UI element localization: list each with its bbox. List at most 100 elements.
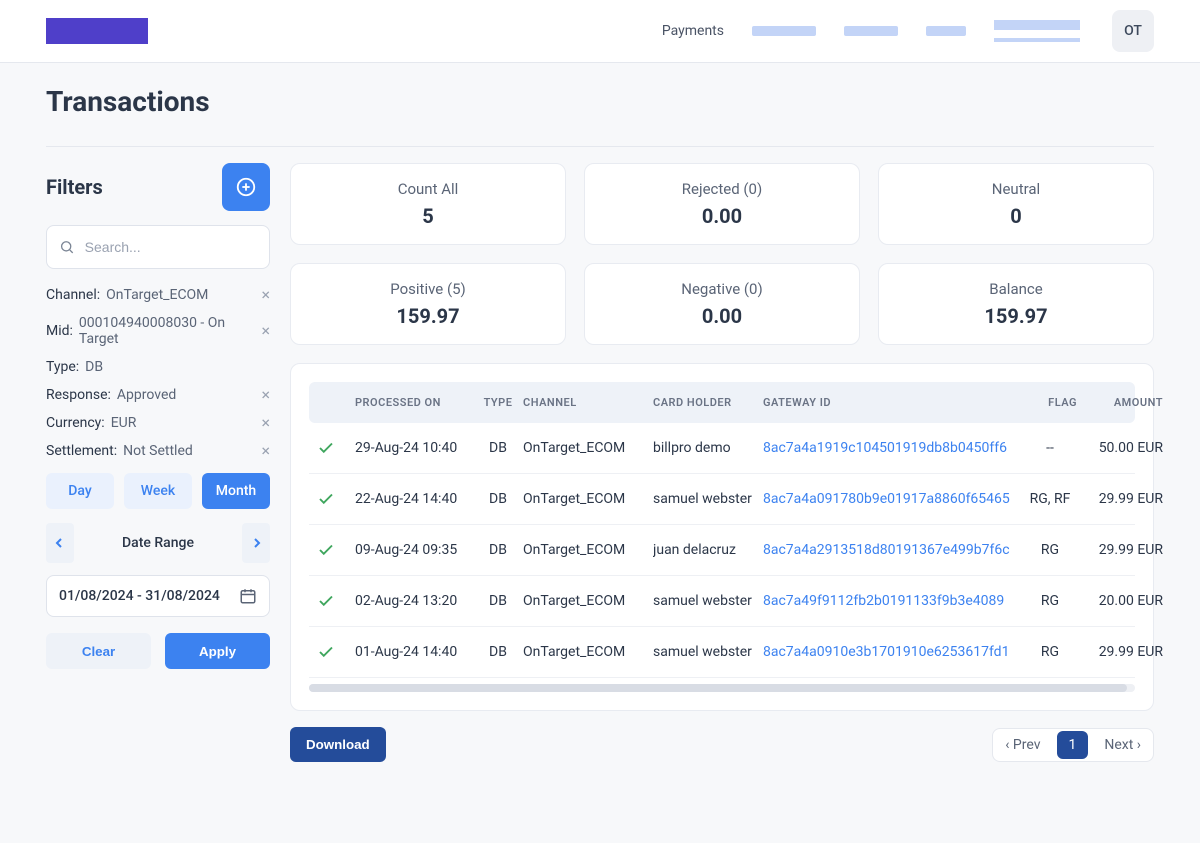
cell-card-holder: juan delacruz — [653, 542, 763, 558]
filter-chip: Currency: EUR × — [46, 415, 270, 431]
cell-processed-on: 29-Aug-24 10:40 — [355, 440, 473, 456]
pagination-page-1[interactable]: 1 — [1057, 731, 1089, 759]
nav-placeholder[interactable] — [752, 26, 816, 36]
remove-filter-icon[interactable]: × — [261, 287, 270, 303]
search-input-wrapper — [46, 225, 270, 269]
plus-circle-icon — [235, 176, 257, 198]
nav-placeholder[interactable] — [994, 20, 1080, 42]
date-range-input[interactable]: 01/08/2024 - 31/08/2024 — [46, 575, 270, 617]
date-range-label: Date Range — [82, 535, 234, 551]
filter-chip-value: Not Settled — [123, 443, 193, 459]
cell-gateway-id[interactable]: 8ac7a4a0910e3b1701910e6253617fd1 — [763, 644, 1023, 660]
table-row[interactable]: 29-Aug-24 10:40DBOnTarget_ECOMbillpro de… — [309, 423, 1135, 474]
stat-positive: Positive (5) 159.97 — [290, 263, 566, 345]
stat-label: Rejected (0) — [601, 180, 843, 198]
stat-value: 0 — [895, 204, 1137, 228]
remove-filter-icon[interactable]: × — [261, 387, 270, 403]
cell-gateway-id[interactable]: 8ac7a4a091780b9e01917a8860f65465 — [763, 491, 1023, 507]
table-row[interactable]: 09-Aug-24 09:35DBOnTarget_ECOMjuan delac… — [309, 525, 1135, 576]
cell-amount: 29.99 EUR — [1077, 644, 1163, 660]
nav-placeholder[interactable] — [926, 26, 966, 36]
horizontal-scrollbar[interactable] — [309, 684, 1135, 692]
cell-flag: RG — [1023, 542, 1077, 558]
cell-flag: RG — [1023, 644, 1077, 660]
range-tabs: Day Week Month — [46, 473, 270, 509]
status-ok-icon — [317, 643, 355, 661]
cell-processed-on: 09-Aug-24 09:35 — [355, 542, 473, 558]
stat-label: Neutral — [895, 180, 1137, 198]
filter-chip: Type:DB — [46, 359, 270, 375]
avatar[interactable]: OT — [1112, 10, 1154, 52]
logo — [46, 18, 148, 44]
pagination-prev[interactable]: ‹ Prev — [993, 729, 1052, 761]
stat-value: 0.00 — [601, 304, 843, 328]
filter-chip-label: Type: — [46, 359, 79, 375]
th-flag: Flag — [1023, 396, 1077, 409]
range-tab-week[interactable]: Week — [124, 473, 192, 509]
nav-payments[interactable]: Payments — [662, 23, 724, 39]
status-ok-icon — [317, 439, 355, 457]
stat-label: Balance — [895, 280, 1137, 298]
status-ok-icon — [317, 592, 355, 610]
search-input[interactable] — [85, 239, 257, 255]
cell-gateway-id[interactable]: 8ac7a4a2913518d80191367e499b7f6c — [763, 542, 1023, 558]
divider — [46, 146, 1154, 147]
date-range-next[interactable] — [242, 523, 270, 563]
stats-grid: Count All 5 Rejected (0) 0.00 Neutral 0 … — [290, 163, 1154, 345]
stat-label: Negative (0) — [601, 280, 843, 298]
table-row[interactable]: 01-Aug-24 14:40DBOnTarget_ECOMsamuel web… — [309, 627, 1135, 678]
cell-flag: RG — [1023, 593, 1077, 609]
filter-chip-label: Mid: — [46, 323, 73, 339]
table-header: Processed On Type Channel Card Holder Ga… — [309, 382, 1135, 423]
cell-gateway-id[interactable]: 8ac7a49f9112fb2b0191133f9b3e4089 — [763, 593, 1023, 609]
filter-chip-label: Channel: — [46, 287, 100, 303]
nav-placeholder[interactable] — [844, 26, 898, 36]
add-filter-button[interactable] — [222, 163, 270, 211]
cell-type: DB — [473, 491, 523, 507]
filter-chip-label: Response: — [46, 387, 111, 403]
filter-chip: Mid:000104940008030 - On Target× — [46, 315, 270, 347]
range-tab-month[interactable]: Month — [202, 473, 270, 509]
cell-processed-on: 01-Aug-24 14:40 — [355, 644, 473, 660]
remove-filter-icon[interactable]: × — [261, 415, 270, 431]
cell-card-holder: billpro demo — [653, 440, 763, 456]
filters-title: Filters — [46, 175, 103, 199]
stat-label: Positive (5) — [307, 280, 549, 298]
cell-flag: RG, RF — [1023, 491, 1077, 507]
filter-chip-value: EUR — [111, 415, 137, 431]
pagination-next[interactable]: Next › — [1092, 729, 1153, 761]
date-range-prev[interactable] — [46, 523, 74, 563]
transactions-table-card: Processed On Type Channel Card Holder Ga… — [290, 363, 1154, 711]
th-card-holder: Card Holder — [653, 396, 763, 409]
th-gateway-id: Gateway ID — [763, 396, 1023, 409]
cell-card-holder: samuel webster — [653, 491, 763, 507]
cell-type: DB — [473, 593, 523, 609]
filter-chip-value: OnTarget_ECOM — [106, 287, 208, 303]
stat-label: Count All — [307, 180, 549, 198]
filter-chip: Settlement:Not Settled× — [46, 443, 270, 459]
calendar-icon — [239, 587, 257, 605]
stat-value: 159.97 — [895, 304, 1137, 328]
range-tab-day[interactable]: Day — [46, 473, 114, 509]
filter-chip: Channel: OnTarget_ECOM × — [46, 287, 270, 303]
cell-processed-on: 02-Aug-24 13:20 — [355, 593, 473, 609]
stat-value: 0.00 — [601, 204, 843, 228]
apply-button[interactable]: Apply — [165, 633, 270, 669]
remove-filter-icon[interactable]: × — [261, 443, 270, 459]
th-type: Type — [473, 396, 523, 409]
stat-value: 159.97 — [307, 304, 549, 328]
table-row[interactable]: 02-Aug-24 13:20DBOnTarget_ECOMsamuel web… — [309, 576, 1135, 627]
remove-filter-icon[interactable]: × — [261, 323, 270, 339]
cell-flag: -- — [1023, 440, 1077, 456]
status-ok-icon — [317, 490, 355, 508]
cell-channel: OnTarget_ECOM — [523, 593, 653, 609]
table-row[interactable]: 22-Aug-24 14:40DBOnTarget_ECOMsamuel web… — [309, 474, 1135, 525]
filter-chip-value: Approved — [117, 387, 176, 403]
cell-gateway-id[interactable]: 8ac7a4a1919c104501919db8b0450ff6 — [763, 440, 1023, 456]
date-range-nav: Date Range — [46, 523, 270, 563]
download-button[interactable]: Download — [290, 727, 386, 762]
filter-chip-label: Currency: — [46, 415, 105, 431]
clear-button[interactable]: Clear — [46, 633, 151, 669]
stat-neutral: Neutral 0 — [878, 163, 1154, 245]
cell-type: DB — [473, 440, 523, 456]
